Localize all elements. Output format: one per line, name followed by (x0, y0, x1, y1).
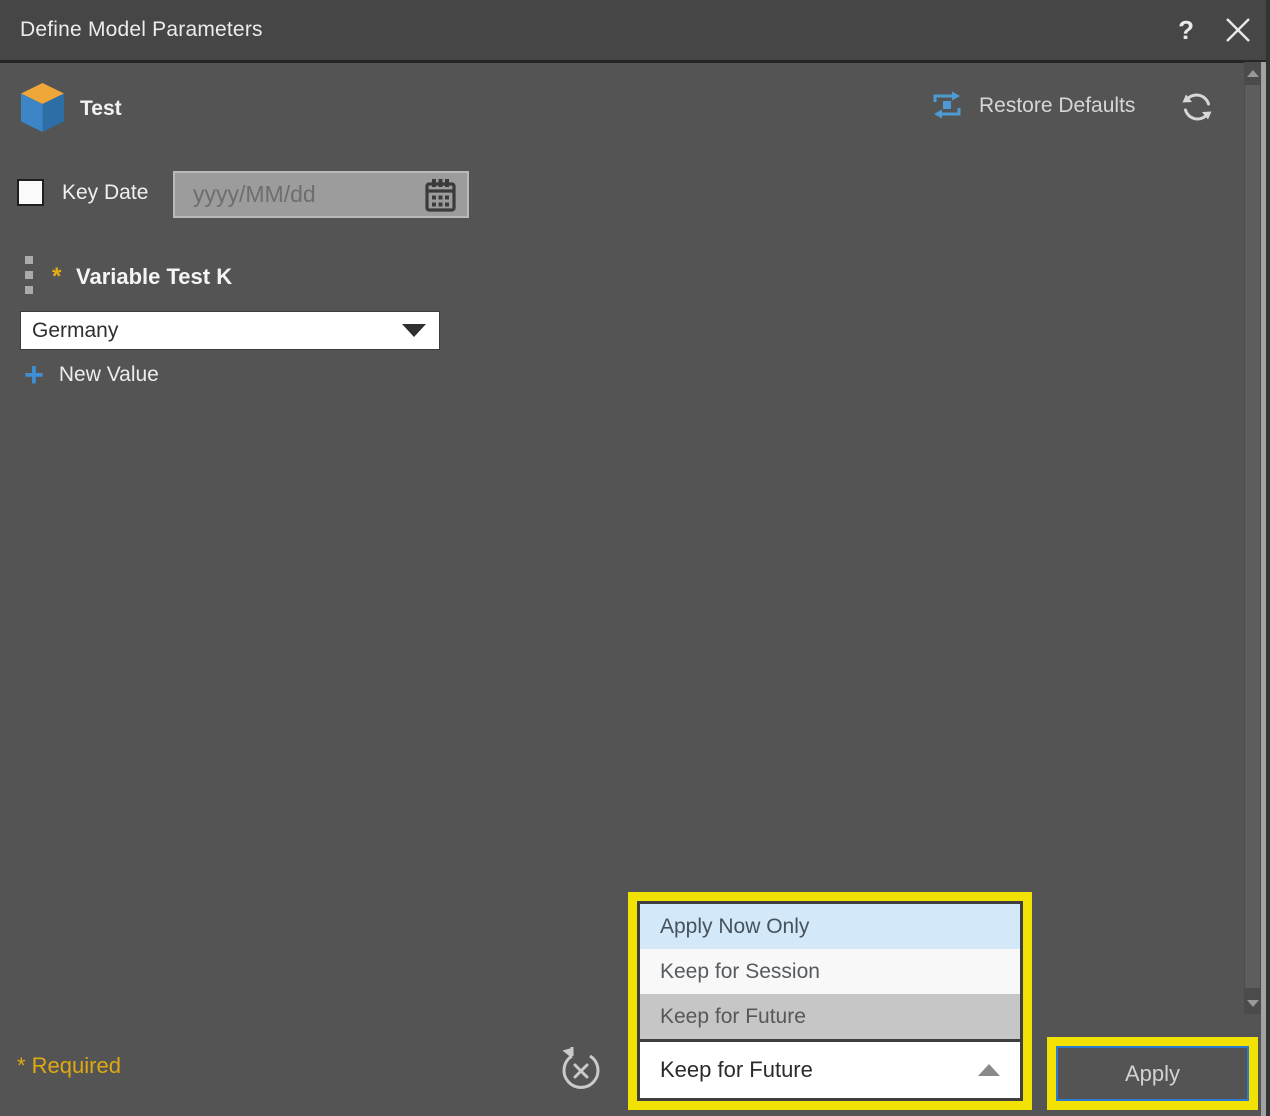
menu-item-keep-for-future[interactable]: Keep for Future (640, 994, 1020, 1039)
model-cube-icon (20, 82, 65, 133)
new-value-label: New Value (59, 363, 159, 387)
dialog-title: Define Model Parameters (20, 18, 263, 42)
restore-defaults-icon (930, 90, 964, 121)
drag-dot (25, 286, 33, 294)
window-edge-dark (1266, 0, 1270, 1116)
persistence-selected-value: Keep for Future (660, 1057, 813, 1083)
chevron-down-icon (402, 324, 426, 337)
help-icon[interactable]: ? (1178, 15, 1194, 46)
key-date-checkbox[interactable] (17, 179, 44, 206)
close-icon[interactable] (1224, 16, 1252, 44)
key-date-placeholder: yyyy/MM/dd (193, 181, 423, 208)
menu-item-apply-now-only[interactable]: Apply Now Only (640, 904, 1020, 949)
calendar-icon[interactable] (423, 177, 457, 213)
refresh-icon[interactable] (1180, 90, 1214, 124)
plus-icon: + (24, 360, 44, 390)
parameter-value: Germany (32, 319, 402, 343)
triangle-up-icon (1247, 70, 1259, 77)
required-note: * Required (17, 1053, 121, 1079)
scrollbar-thumb[interactable] (1245, 85, 1260, 988)
scrollbar-down-button[interactable] (1244, 992, 1261, 1014)
triangle-down-icon (1247, 1000, 1259, 1007)
title-bar: Define Model Parameters ? (0, 0, 1270, 63)
model-name: Test (80, 97, 122, 121)
scrollbar-up-button[interactable] (1244, 62, 1261, 84)
apply-button[interactable]: Apply (1056, 1046, 1249, 1101)
restore-defaults-label: Restore Defaults (979, 94, 1135, 118)
chevron-up-icon (978, 1064, 1000, 1076)
persistence-select[interactable]: Keep for Future (640, 1039, 1020, 1098)
drag-dot (25, 271, 33, 279)
required-marker: * (52, 263, 61, 291)
parameter-name: Variable Test K (76, 264, 232, 290)
key-date-input[interactable]: yyyy/MM/dd (173, 171, 469, 218)
define-model-parameters-dialog: Define Model Parameters ? Test Restore D… (0, 0, 1270, 1116)
drag-handle-icon[interactable] (25, 256, 33, 294)
persistence-dropdown-highlight: Apply Now Only Keep for Session Keep for… (628, 892, 1032, 1110)
titlebar-actions: ? (1178, 0, 1252, 60)
key-date-label: Key Date (62, 181, 148, 205)
apply-button-highlight: Apply (1047, 1037, 1258, 1110)
persistence-dropdown: Apply Now Only Keep for Session Keep for… (637, 901, 1023, 1101)
vertical-scrollbar[interactable] (1244, 62, 1261, 1014)
menu-item-keep-for-session[interactable]: Keep for Session (640, 949, 1020, 994)
parameter-value-select[interactable]: Germany (20, 311, 440, 350)
reset-icon[interactable] (556, 1044, 606, 1094)
restore-defaults-button[interactable]: Restore Defaults (930, 90, 1135, 121)
new-value-button[interactable]: + New Value (24, 360, 159, 390)
drag-dot (25, 256, 33, 264)
